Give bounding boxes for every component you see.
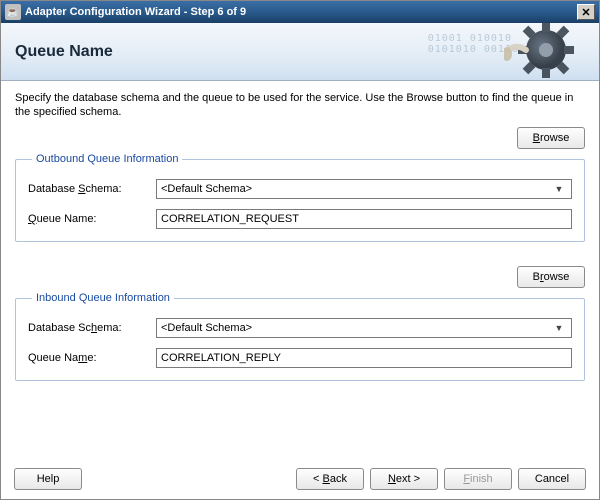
inbound-queue-label: Queue Name: xyxy=(28,352,156,364)
cancel-button[interactable]: Cancel xyxy=(518,468,586,490)
inbound-legend: Inbound Queue Information xyxy=(32,292,174,304)
outbound-queue-input[interactable] xyxy=(156,209,572,229)
inbound-schema-label: Database Schema: xyxy=(28,322,156,334)
outbound-schema-row: Database Schema: <Default Schema> ▼ xyxy=(28,179,572,199)
outbound-schema-label: Database Schema: xyxy=(28,183,156,195)
inbound-schema-select[interactable]: <Default Schema> ▼ xyxy=(156,318,572,338)
footer: Help < Back Next > Finish Cancel xyxy=(0,458,600,500)
outbound-group: Outbound Queue Information Database Sche… xyxy=(15,153,585,242)
inbound-group: Inbound Queue Information Database Schem… xyxy=(15,292,585,381)
content-area: Specify the database schema and the queu… xyxy=(1,81,599,381)
close-icon: ✕ xyxy=(581,6,590,19)
close-button[interactable]: ✕ xyxy=(577,4,595,20)
next-button[interactable]: Next > xyxy=(370,468,438,490)
inbound-queue-row: Queue Name: xyxy=(28,348,572,368)
inbound-browse-row: Browse xyxy=(15,266,585,288)
browse-outbound-button[interactable]: Browse xyxy=(517,127,585,149)
outbound-queue-row: Queue Name: xyxy=(28,209,572,229)
app-icon: ☕ xyxy=(5,4,21,20)
chevron-down-icon: ▼ xyxy=(551,184,567,194)
titlebar: ☕ Adapter Configuration Wizard - Step 6 … xyxy=(1,1,599,23)
browse-inbound-button[interactable]: Browse xyxy=(517,266,585,288)
back-button[interactable]: < Back xyxy=(296,468,364,490)
outbound-browse-row: Browse xyxy=(15,127,585,149)
outbound-queue-label: Queue Name: xyxy=(28,213,156,225)
chevron-down-icon: ▼ xyxy=(551,323,567,333)
finish-button[interactable]: Finish xyxy=(444,468,512,490)
help-button[interactable]: Help xyxy=(14,468,82,490)
instructions-text: Specify the database schema and the queu… xyxy=(15,91,585,119)
window-title: Adapter Configuration Wizard - Step 6 of… xyxy=(25,6,577,18)
gear-icon xyxy=(499,23,589,81)
outbound-schema-select[interactable]: <Default Schema> ▼ xyxy=(156,179,572,199)
outbound-legend: Outbound Queue Information xyxy=(32,153,182,165)
inbound-queue-input[interactable] xyxy=(156,348,572,368)
inbound-schema-row: Database Schema: <Default Schema> ▼ xyxy=(28,318,572,338)
outbound-schema-value: <Default Schema> xyxy=(161,183,551,195)
page-title: Queue Name xyxy=(15,43,113,61)
inbound-schema-value: <Default Schema> xyxy=(161,322,551,334)
banner: Queue Name 01001 0100100101010 00110 xyxy=(1,23,599,81)
